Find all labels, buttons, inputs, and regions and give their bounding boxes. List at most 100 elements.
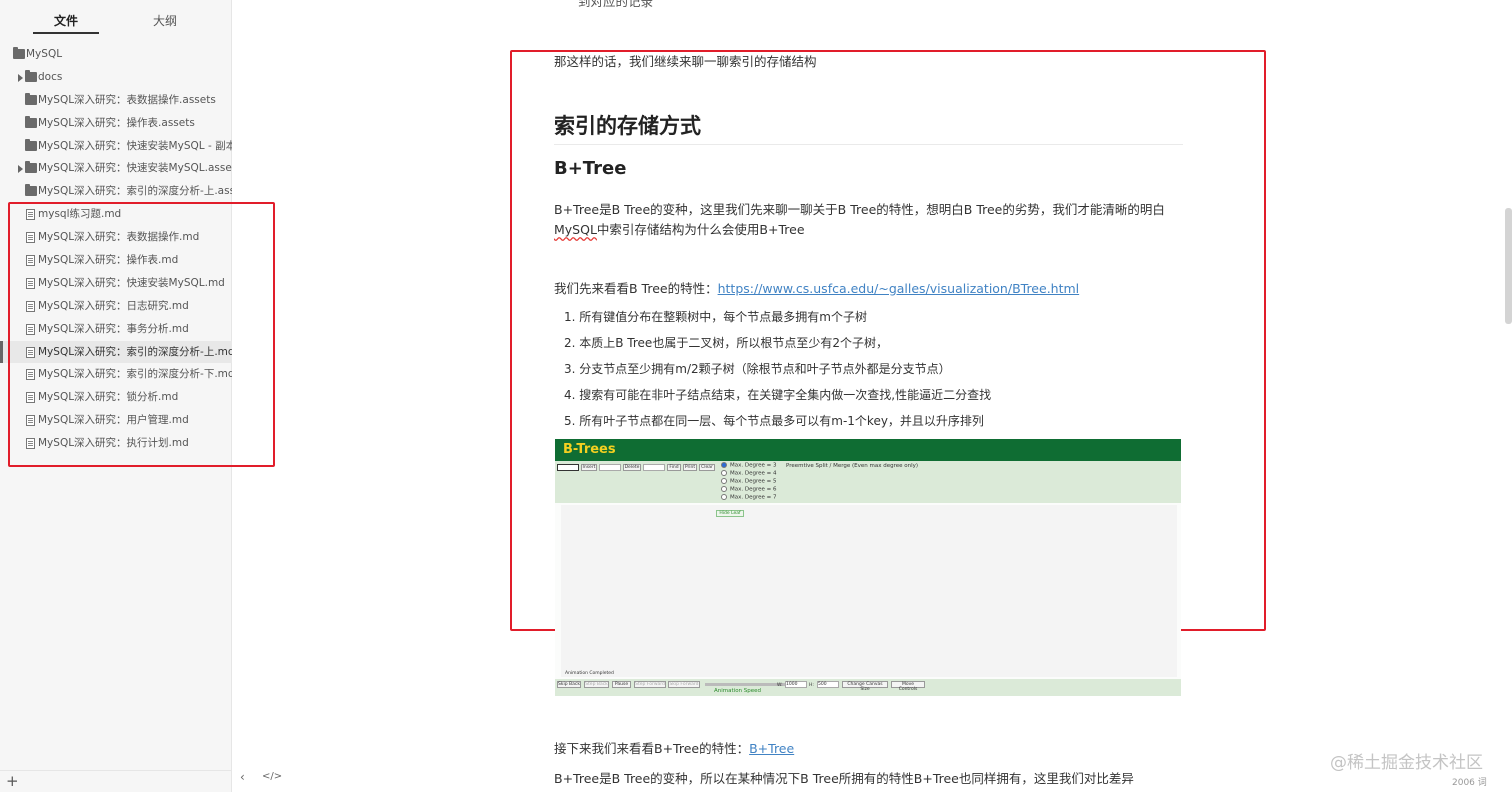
btree-header: B-Trees [555,439,1181,461]
file-tree: MySQL docs MySQL深入研究：表数据操作.assets MySQL深… [0,43,232,455]
width-input: 1000 [785,681,807,688]
preemptive-split-note: Preemtive Split / Merge (Even max degree… [786,463,919,469]
file-sidebar: 文件 大纲 MySQL docs MySQL深入研究：表数据操作.assets … [0,0,232,792]
folder-icon [25,138,37,151]
bplustree-link[interactable]: B+Tree [749,741,794,756]
paragraph-cut: 到对应的记录 [578,0,654,9]
btree-visualization-image: B-Trees Insert Delete Find Print Clear M… [555,439,1181,696]
folder-icon [13,47,25,59]
change-canvas-button: Change Canvas Size [842,681,888,692]
clear-button: Clear [699,464,715,471]
hide-leaf-button: Hide Leaf [716,510,744,517]
file-item[interactable]: MySQL深入研究：事务分析.md [0,318,232,341]
list-item: 3. 分支节点至少拥有m/2颗子树（除根节点和叶子节点外都是分支节点） [564,362,951,376]
document-icon [26,232,35,244]
sidebar-footer: + [0,770,232,792]
degree-radio: Max. Degree = 7 [721,494,777,501]
find-input [643,464,665,471]
active-tab-indicator [33,32,99,34]
file-item[interactable]: mysql练习题.md [0,203,232,226]
width-label: W: [777,683,783,688]
vertical-scrollbar[interactable] [1505,208,1512,324]
folder-icon [25,115,37,128]
intro-paragraph: 那这样的话，我们继续来聊一聊索引的存储结构 [554,54,817,69]
file-item[interactable]: MySQL深入研究：日志研究.md [0,295,232,318]
document-icon [26,415,35,427]
btree-title: B-Trees [563,442,616,457]
list-item: 1. 所有键值分布在整颗树中，每个节点最多拥有m个子树 [564,310,867,324]
paragraph-line: 接下来我们来看看B+Tree的特性：B+Tree [554,741,795,756]
degree-radio: Max. Degree = 5 [721,478,777,485]
document-icon [26,300,35,312]
folder-icon [25,92,37,105]
step-back-button: Step Back [584,681,609,688]
tab-outline[interactable]: 大纲 [132,12,198,29]
expand-arrow-icon[interactable] [18,165,23,174]
animation-speed-label: Animation Speed [714,688,762,694]
list-item: 5. 所有叶子节点都在同一层、每个节点最多可以有m-1个key，并且以升序排列 [564,414,984,428]
btree-visualization-link[interactable]: https://www.cs.usfca.edu/~galles/visuali… [718,281,1080,296]
document-icon [26,209,35,221]
file-item[interactable]: MySQL深入研究：快速安装MySQL.md [0,272,232,295]
collapse-sidebar-icon[interactable]: ‹ [240,770,245,784]
paragraph-line: B+Tree是B Tree的变种，所以在某种情况下B Tree所拥有的特性B+T… [554,771,1134,786]
folder-item[interactable]: MySQL深入研究：快速安装MySQL - 副本 [0,135,232,158]
sidebar-tabs: 文件 大纲 [0,0,231,40]
document-icon [26,255,35,267]
find-button: Find [667,464,681,471]
skip-forward-button: Skip Forward [668,681,700,688]
document-icon [26,277,35,289]
degree-radio: Max. Degree = 6 [721,486,777,493]
height-input: 500 [817,681,839,688]
skip-back-button: Skip Back [557,681,581,688]
document-icon [26,346,35,358]
file-item-active[interactable]: MySQL深入研究：索引的深度分析-上.md [0,340,232,364]
list-item: 2. 本质上B Tree也属于二叉树，所以根节点至少有2个子树， [564,336,888,350]
tab-files[interactable]: 文件 [33,12,99,29]
folder-mysql[interactable]: MySQL [0,43,232,66]
btree-footer: Skip Back Step Back Pause Step Forward S… [555,679,1181,696]
file-item[interactable]: MySQL深入研究：索引的深度分析-下.md [0,363,232,386]
document-icon [26,392,35,404]
file-item[interactable]: MySQL深入研究：用户管理.md [0,409,232,432]
document-icon [26,369,35,381]
delete-input [599,464,621,471]
btree-controls: Insert Delete Find Print Clear Max. Degr… [555,461,1181,503]
document-icon [26,438,35,450]
subsection-heading: B+Tree [554,158,627,179]
folder-item[interactable]: MySQL深入研究：索引的深度分析-上.assets [0,180,232,203]
print-button: Print [683,464,697,471]
insert-input [557,464,579,471]
folder-docs[interactable]: docs [0,66,232,89]
source-code-icon[interactable]: </> [262,771,282,782]
file-item[interactable]: MySQL深入研究：执行计划.md [0,432,232,455]
folder-item[interactable]: MySQL深入研究：表数据操作.assets [0,89,232,112]
expand-arrow-icon[interactable] [18,73,23,82]
word-count[interactable]: 2006 词 [1452,775,1487,788]
folder-icon [25,161,37,174]
section-heading: 索引的存储方式 [554,114,701,138]
heading-divider [554,144,1183,145]
step-forward-button: Step Forward [634,681,666,688]
insert-button: Insert [581,464,597,471]
file-item[interactable]: MySQL深入研究：操作表.md [0,249,232,272]
delete-button: Delete [623,464,641,471]
paragraph-line: 我们先来看看B Tree的特性：https://www.cs.usfca.edu… [554,281,1080,296]
paragraph-line: B+Tree是B Tree的变种，这里我们先来聊一聊关于B Tree的特性，想明… [554,202,1165,217]
document-icon [26,323,35,335]
list-item: 4. 搜索有可能在非叶子结点结束，在关键字全集内做一次查找,性能逼近二分查找 [564,388,992,402]
move-controls-button: Move Controls [891,681,925,692]
watermark: @稀土掘金技术社区 [1330,753,1483,773]
pause-button: Pause [612,681,631,688]
folder-icon [25,184,37,197]
btree-canvas: Hide Leaf [555,503,1181,679]
folder-icon [25,69,37,82]
paragraph-line: MySQL中索引存储结构为什么会使用B+Tree [554,222,805,237]
folder-item[interactable]: MySQL深入研究：快速安装MySQL.assets [0,157,232,180]
degree-radio: Max. Degree = 3 [721,462,777,469]
spellcheck-word[interactable]: MySQL [554,222,597,237]
file-item[interactable]: MySQL深入研究：锁分析.md [0,386,232,409]
folder-item[interactable]: MySQL深入研究：操作表.assets [0,112,232,135]
add-file-button[interactable]: + [6,772,19,790]
file-item[interactable]: MySQL深入研究：表数据操作.md [0,226,232,249]
